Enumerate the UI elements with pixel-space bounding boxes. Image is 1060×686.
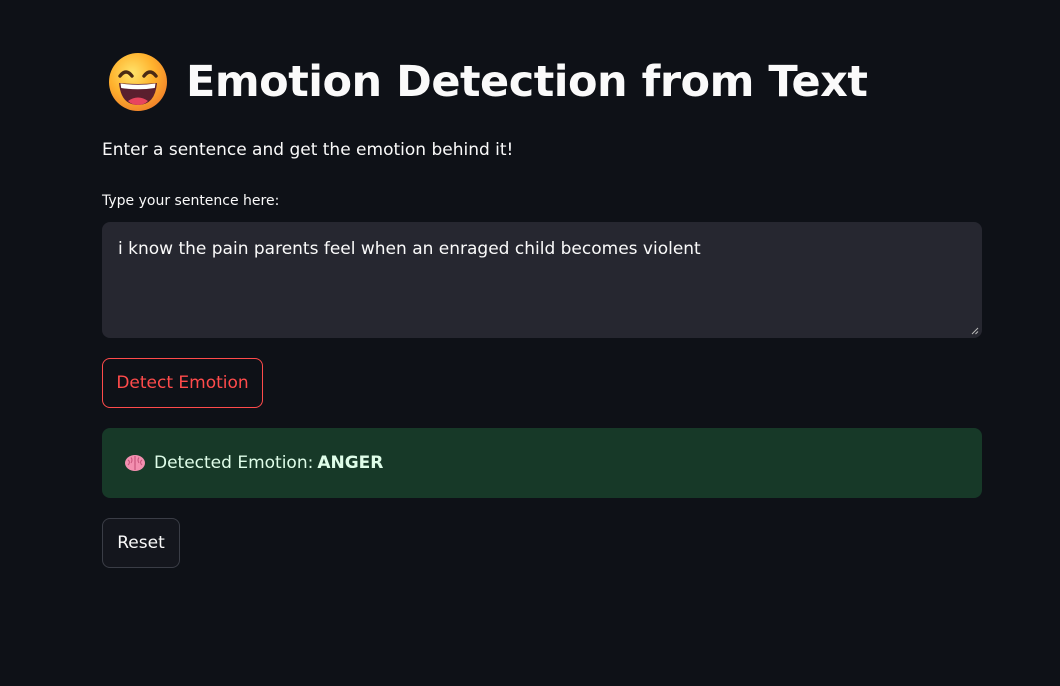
resize-handle-icon[interactable]: [971, 327, 979, 335]
sentence-textarea[interactable]: i know the pain parents feel when an enr…: [102, 222, 982, 338]
sentence-text: i know the pain parents feel when an enr…: [118, 239, 701, 259]
result-alert: Detected Emotion: ANGER: [102, 428, 982, 498]
result-emotion-value: ANGER: [317, 453, 384, 473]
brain-icon: [125, 455, 145, 471]
grinning-face-icon: [109, 53, 167, 111]
app-main: Emotion Detection from Text Enter a sent…: [0, 0, 1060, 686]
sentence-input-label: Type your sentence here:: [102, 193, 280, 209]
reset-button[interactable]: Reset: [102, 518, 180, 568]
page-title: Emotion Detection from Text: [186, 56, 868, 107]
page-header: Emotion Detection from Text: [108, 50, 868, 114]
page-subtitle: Enter a sentence and get the emotion beh…: [102, 140, 514, 160]
detect-emotion-button[interactable]: Detect Emotion: [102, 358, 263, 408]
result-prefix: Detected Emotion:: [154, 453, 314, 473]
